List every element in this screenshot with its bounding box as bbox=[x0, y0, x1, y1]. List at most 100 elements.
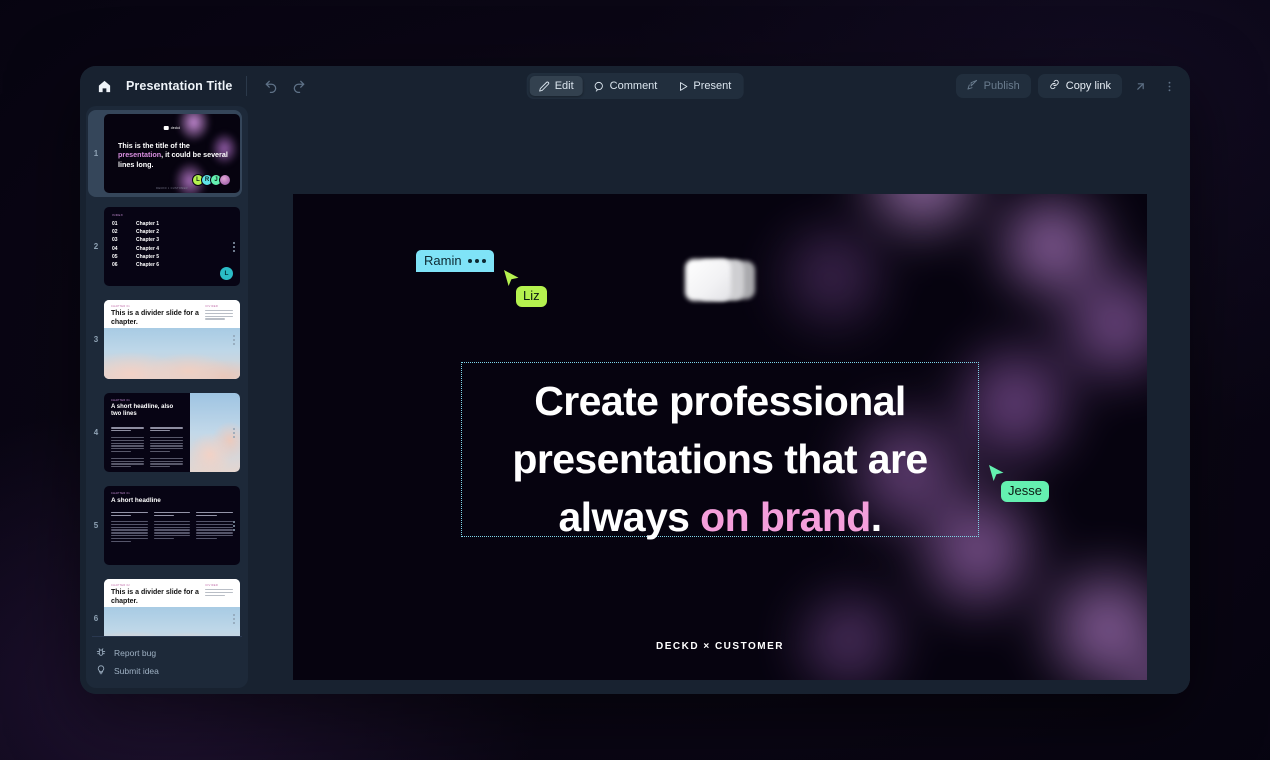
copy-link-button[interactable]: Copy link bbox=[1037, 74, 1122, 98]
slide-thumbnail-6[interactable]: 6 CHAPTER 02 This is a divider slide for… bbox=[88, 575, 242, 636]
report-bug-button[interactable]: Report bug bbox=[92, 644, 242, 662]
chapter-number: 01 bbox=[112, 221, 118, 227]
thumbnail-menu-icon[interactable] bbox=[229, 613, 239, 624]
report-bug-label: Report bug bbox=[114, 648, 157, 658]
text-line bbox=[196, 526, 234, 528]
slide-canvas[interactable]: Create professional presentations that a… bbox=[248, 106, 1190, 694]
publish-label: Publish bbox=[983, 80, 1020, 92]
title-part-a: This is the title of the bbox=[118, 141, 190, 150]
text-line bbox=[111, 448, 144, 450]
text-line bbox=[196, 521, 234, 523]
tab-edit-label: Edit bbox=[554, 80, 574, 92]
undo-icon[interactable] bbox=[260, 75, 282, 97]
slide-sidebar: 1 deckd This is the title of the present… bbox=[86, 106, 248, 688]
selected-text-frame[interactable]: Create professional presentations that a… bbox=[461, 362, 979, 541]
text-line bbox=[153, 514, 174, 517]
thumbnail-menu-icon[interactable] bbox=[229, 427, 239, 438]
slide-thumbnail-4[interactable]: 4 CHAPTER 01 A short headline, also two … bbox=[88, 389, 242, 476]
collab-cursor-jesse: Jesse bbox=[988, 464, 1049, 502]
lightbulb-icon bbox=[96, 665, 106, 677]
thumbnail-canvas: CHAPTER 01 A short headline bbox=[104, 486, 240, 565]
slide-thumbnail-2[interactable]: 2 INDEX 01 Chapter 1 02 Chapter 2 03 Chapte… bbox=[88, 203, 242, 290]
chapter-number: 04 bbox=[112, 245, 118, 252]
slide-number: 2 bbox=[93, 242, 99, 251]
layered-cards-logo bbox=[685, 259, 755, 301]
tab-edit[interactable]: Edit bbox=[529, 76, 583, 96]
typing-dots-icon bbox=[467, 258, 487, 264]
text-line bbox=[149, 442, 183, 444]
text-line bbox=[111, 436, 144, 439]
text-line bbox=[153, 521, 191, 523]
headline-highlight: on brand bbox=[700, 494, 871, 541]
text-line bbox=[153, 535, 191, 537]
thumbnail-title: This is the title of the presentation, i… bbox=[118, 141, 230, 169]
thumbnail-sidenote: DIVIDER bbox=[205, 584, 233, 602]
text-column bbox=[149, 427, 183, 469]
thumbnail-menu-icon[interactable] bbox=[229, 334, 239, 345]
comment-icon bbox=[594, 81, 605, 92]
sidenote-label: DIVIDER bbox=[205, 305, 219, 308]
thumbnail-menu-icon[interactable] bbox=[229, 520, 239, 531]
text-line bbox=[153, 523, 191, 526]
text-line bbox=[149, 430, 170, 432]
chapter-name: Chapter 1 bbox=[136, 221, 160, 227]
tab-comment[interactable]: Comment bbox=[585, 76, 667, 96]
list-item: 05 Chapter 5 bbox=[112, 254, 232, 260]
eyebrow-label: CHAPTER 02 bbox=[111, 584, 130, 587]
chapter-name: Chapter 2 bbox=[136, 229, 160, 236]
thumbnail-header: CHAPTER 02 This is a divider slide for a… bbox=[104, 579, 240, 608]
submit-idea-label: Submit idea bbox=[114, 666, 159, 676]
text-line bbox=[111, 521, 148, 523]
text-column bbox=[111, 512, 148, 543]
list-item: 04 Chapter 4 bbox=[112, 246, 232, 252]
eyebrow-label: CHAPTER 01 bbox=[111, 492, 130, 495]
text-line bbox=[153, 512, 191, 514]
mode-switcher: Edit Comment Present bbox=[526, 73, 744, 99]
text-line bbox=[149, 466, 170, 468]
list-item: 03 Chapter 3 bbox=[112, 237, 232, 243]
text-line bbox=[111, 532, 148, 534]
brand-logo: deckd bbox=[163, 126, 181, 130]
submit-idea-button[interactable]: Submit idea bbox=[92, 662, 242, 680]
text-line bbox=[111, 460, 144, 462]
chapter-number: 06 bbox=[112, 261, 118, 268]
text-line bbox=[205, 312, 233, 315]
topbar-actions: Publish Copy link bbox=[955, 74, 1180, 98]
home-icon[interactable] bbox=[92, 74, 116, 98]
text-line bbox=[111, 523, 148, 526]
slide-number: 6 bbox=[93, 614, 99, 623]
publish-button[interactable]: Publish bbox=[955, 74, 1031, 98]
thumbnail-canvas: deckd This is the title of the presentat… bbox=[104, 114, 240, 193]
text-line bbox=[153, 532, 191, 534]
text-columns bbox=[111, 512, 234, 543]
collab-cursor-liz: Liz bbox=[503, 269, 547, 307]
cloud-photo bbox=[104, 328, 240, 379]
slide-thumbnail-3[interactable]: 3 CHAPTER 01 This is a divider slide for… bbox=[88, 296, 242, 383]
toolbar-divider bbox=[246, 76, 248, 96]
text-line bbox=[111, 514, 132, 517]
thumbnail-text-column: CHAPTER 01 A short headline, also two li… bbox=[104, 393, 190, 472]
text-line bbox=[111, 450, 131, 453]
text-line bbox=[111, 457, 144, 460]
slide-thumbnail-5[interactable]: 5 CHAPTER 01 A short headline bbox=[88, 482, 242, 569]
thumbnail-menu-icon[interactable] bbox=[229, 241, 239, 252]
text-line bbox=[111, 430, 131, 432]
arrow-up-right-icon[interactable] bbox=[1129, 75, 1151, 97]
text-line bbox=[111, 512, 148, 514]
thumbnail-canvas: INDEX 01 Chapter 1 02 Chapter 2 03 Chapter … bbox=[104, 207, 240, 286]
eyebrow-label: INDEX bbox=[112, 213, 124, 217]
avatar bbox=[219, 174, 231, 186]
tab-present[interactable]: Present bbox=[668, 76, 740, 96]
text-line bbox=[153, 537, 174, 540]
text-line bbox=[111, 526, 148, 528]
copy-link-label: Copy link bbox=[1065, 80, 1111, 92]
kebab-menu-icon[interactable] bbox=[1158, 75, 1180, 97]
slide-thumbnail-1[interactable]: 1 deckd This is the title of the present… bbox=[88, 110, 242, 197]
chapter-name: Chapter 3 bbox=[136, 237, 160, 244]
text-line bbox=[205, 589, 233, 591]
text-line bbox=[196, 535, 234, 537]
redo-icon[interactable] bbox=[288, 75, 310, 97]
chapter-list: 01 Chapter 1 02 Chapter 2 03 Chapter 3 04 Ch… bbox=[112, 221, 232, 268]
thumbnail-canvas: CHAPTER 01 A short headline, also two li… bbox=[104, 393, 240, 472]
text-line bbox=[111, 540, 132, 542]
